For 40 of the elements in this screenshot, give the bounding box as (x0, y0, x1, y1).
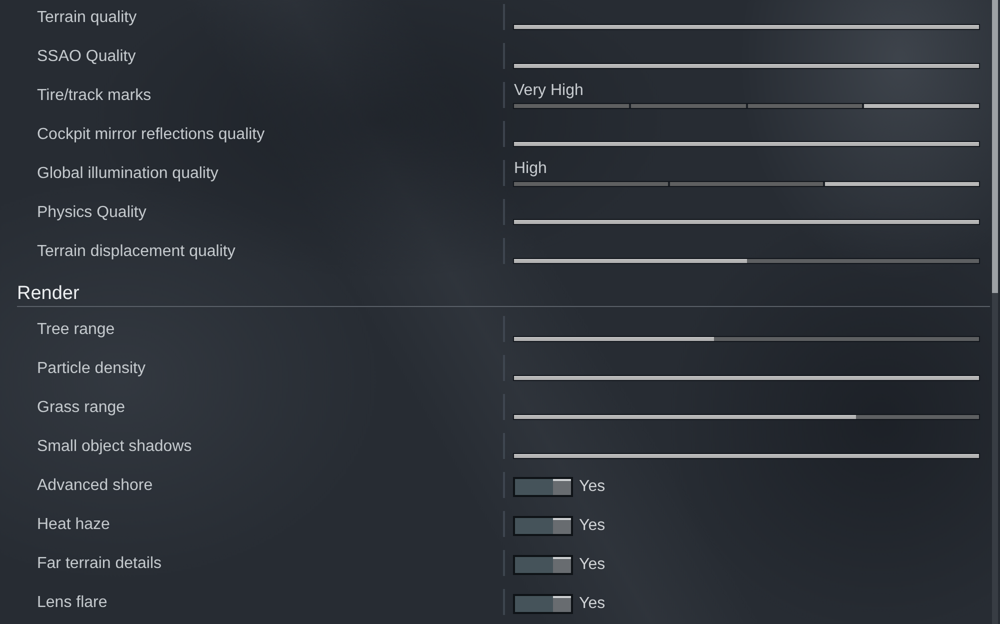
slider-value: Very High (514, 82, 584, 100)
slider-step[interactable] (670, 182, 824, 186)
slider-track[interactable] (513, 258, 980, 264)
slider-track[interactable] (513, 336, 980, 342)
setting-label: Lens flare (37, 594, 108, 611)
slider-step[interactable] (825, 182, 980, 186)
slider-value: High (514, 160, 547, 178)
setting-label: Particle density (37, 360, 146, 377)
toggle-value: Yes (579, 477, 606, 497)
setting-label: SSAO Quality (37, 48, 136, 65)
setting-label: Global illumination quality (37, 165, 218, 182)
slider-step[interactable] (514, 104, 629, 108)
setting-label: Advanced shore (37, 477, 153, 494)
slider-track[interactable] (513, 103, 980, 109)
toggle-value: Yes (579, 516, 606, 536)
slider-step[interactable] (748, 104, 862, 108)
setting-label: Heat haze (37, 516, 110, 533)
setting-label: Terrain quality (37, 9, 137, 26)
setting-label: Small object shadows (37, 438, 192, 455)
toggle-switch[interactable] (513, 477, 573, 497)
setting-label: Terrain displacement quality (37, 243, 236, 260)
setting-label: Cockpit mirror reflections quality (37, 126, 265, 143)
toggle-switch[interactable] (513, 555, 573, 575)
toggle-switch[interactable] (513, 594, 573, 614)
scrollbar[interactable] (992, 0, 998, 624)
slider-step[interactable] (864, 104, 979, 108)
setting-label: Physics Quality (37, 204, 146, 221)
slider-track[interactable] (513, 181, 980, 187)
setting-label: Tree range (37, 321, 115, 338)
toggle-switch[interactable] (513, 516, 573, 536)
setting-label: Grass range (37, 399, 126, 416)
scrollbar-thumb[interactable] (992, 0, 998, 293)
slider-step[interactable] (630, 104, 746, 108)
setting-label: Far terrain details (37, 555, 162, 572)
toggle-value: Yes (579, 555, 606, 575)
section-heading: Render (17, 283, 80, 304)
slider-step[interactable] (514, 182, 668, 186)
slider-track[interactable] (513, 414, 980, 420)
toggle-value: Yes (579, 594, 606, 614)
setting-label: Tire/track marks (37, 87, 152, 104)
